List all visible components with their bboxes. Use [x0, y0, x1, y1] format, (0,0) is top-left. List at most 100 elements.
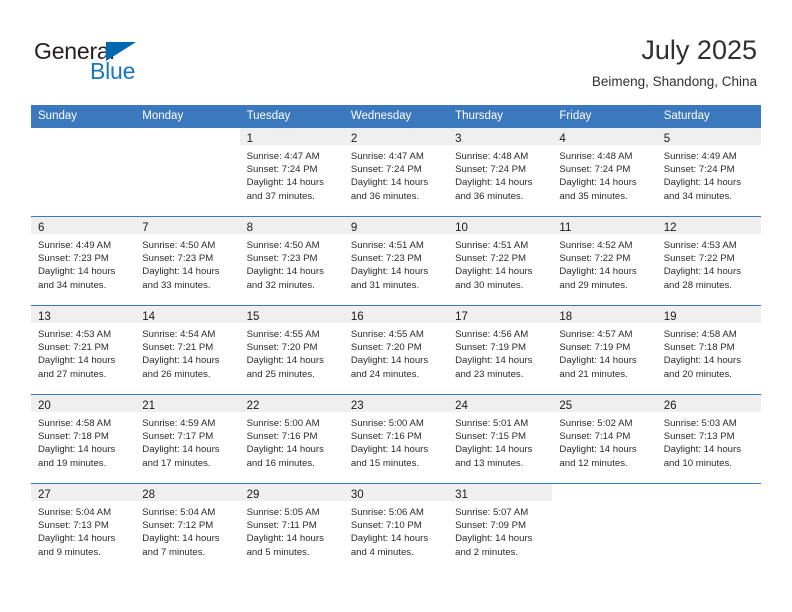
- daylight-text-line2: and 34 minutes.: [38, 279, 107, 291]
- calendar-day-cell[interactable]: 3 Sunrise: 4:48 AM Sunset: 7:24 PM Daylight…: [448, 128, 553, 216]
- calendar-day-cell[interactable]: 24 Sunrise: 5:01 AM Sunset: 7:15 PM Dayligh…: [448, 395, 553, 483]
- day-number: 24: [455, 400, 468, 412]
- calendar-day-cell[interactable]: 29 Sunrise: 5:05 AM Sunset: 7:11 PM Dayligh…: [239, 484, 344, 572]
- day-details: Sunrise: 4:55 AM Sunset: 7:20 PM Daylight:…: [344, 323, 448, 381]
- sunset-text: Sunset: 7:16 PM: [350, 431, 422, 443]
- sunrise-text: Sunrise: 4:50 AM: [142, 240, 216, 251]
- calendar-day-cell[interactable]: 19 Sunrise: 4:58 AM Sunset: 7:18 PM Dayligh…: [656, 306, 761, 394]
- daylight-text-line1: Daylight: 14 hours: [455, 444, 533, 456]
- day-details: Sunrise: 4:50 AM Sunset: 7:23 PM Daylight:…: [135, 234, 239, 292]
- day-number: 9: [350, 222, 358, 234]
- day-details: Sunrise: 4:54 AM Sunset: 7:21 PM Daylight:…: [135, 323, 239, 381]
- sunset-text: Sunset: 7:12 PM: [142, 520, 214, 532]
- sunset-text: Sunset: 7:22 PM: [559, 253, 631, 265]
- sunset-text: Sunset: 7:17 PM: [142, 431, 214, 443]
- day-number: 7: [142, 222, 149, 234]
- sunset-text: Sunset: 7:20 PM: [350, 342, 422, 354]
- daylight-text-line1: Daylight: 14 hours: [559, 355, 637, 367]
- calendar-day-cell[interactable]: 25 Sunrise: 5:02 AM Sunset: 7:14 PM Dayligh…: [552, 395, 657, 483]
- sunrise-text: Sunrise: 5:07 AM: [455, 507, 529, 518]
- day-number-band: 7: [135, 217, 240, 234]
- calendar-day-cell[interactable]: 18 Sunrise: 4:57 AM Sunset: 7:19 PM Dayligh…: [552, 306, 657, 394]
- calendar-day-cell[interactable]: 26 Sunrise: 5:03 AM Sunset: 7:13 PM Dayligh…: [656, 395, 761, 483]
- day-number: 12: [663, 222, 677, 234]
- calendar-day-cell[interactable]: 4 Sunrise: 4:48 AM Sunset: 7:24 PM Daylight…: [552, 128, 657, 216]
- calendar-day-cell[interactable]: 5 Sunrise: 4:49 AM Sunset: 7:24 PM Daylight…: [656, 128, 761, 216]
- day-number: 21: [142, 400, 156, 412]
- calendar-day-cell[interactable]: 23 Sunrise: 5:00 AM Sunset: 7:16 PM Dayligh…: [343, 395, 449, 483]
- calendar-week-row: 20 Sunrise: 4:58 AM Sunset: 7:18 PM Dayligh…: [31, 394, 761, 484]
- calendar-day-cell[interactable]: 8 Sunrise: 4:50 AM Sunset: 7:23 PM Daylight…: [239, 217, 344, 305]
- general-blue-logo[interactable]: General Blue: [34, 39, 214, 85]
- day-number-band: 3: [448, 128, 553, 145]
- day-details: Sunrise: 5:01 AM Sunset: 7:15 PM Daylight:…: [448, 412, 552, 470]
- calendar-day-cell[interactable]: 14 Sunrise: 4:54 AM Sunset: 7:21 PM Dayligh…: [135, 306, 240, 394]
- calendar-day-cell[interactable]: 13 Sunrise: 4:53 AM Sunset: 7:21 PM Dayligh…: [31, 306, 136, 394]
- day-number-band: 4: [552, 128, 657, 145]
- daylight-text-line2: and 5 minutes.: [246, 546, 310, 558]
- day-number-band: 25: [552, 395, 657, 412]
- calendar-day-cell[interactable]: 7 Sunrise: 4:50 AM Sunset: 7:23 PM Daylight…: [135, 217, 240, 305]
- daylight-text-line1: Daylight: 14 hours: [142, 444, 220, 456]
- daylight-text-line2: and 29 minutes.: [559, 279, 628, 291]
- calendar-day-cell[interactable]: 11 Sunrise: 4:52 AM Sunset: 7:22 PM Dayligh…: [552, 217, 657, 305]
- calendar-day-cell[interactable]: 1 Sunrise: 4:47 AM Sunset: 7:24 PM Daylight…: [239, 128, 344, 216]
- day-details: Sunrise: 4:59 AM Sunset: 7:17 PM Daylight:…: [135, 412, 239, 470]
- sunset-text: Sunset: 7:24 PM: [350, 164, 422, 176]
- day-number-band: 12: [656, 217, 761, 234]
- calendar-day-cell[interactable]: 31 Sunrise: 5:07 AM Sunset: 7:09 PM Dayligh…: [448, 484, 553, 572]
- sunset-text: Sunset: 7:19 PM: [559, 342, 631, 354]
- day-details: Sunrise: 5:02 AM Sunset: 7:14 PM Daylight:…: [552, 412, 656, 470]
- daylight-text-line2: and 9 minutes.: [38, 546, 101, 558]
- day-number: 20: [38, 400, 51, 412]
- day-number-band: 6: [31, 217, 136, 234]
- day-details: Sunrise: 5:00 AM Sunset: 7:16 PM Daylight:…: [240, 412, 344, 470]
- day-details: Sunrise: 4:48 AM Sunset: 7:24 PM Daylight:…: [552, 145, 656, 203]
- calendar-day-cell[interactable]: 12 Sunrise: 4:53 AM Sunset: 7:22 PM Dayligh…: [656, 217, 761, 305]
- calendar-day-cell[interactable]: 6 Sunrise: 4:49 AM Sunset: 7:23 PM Daylight…: [31, 217, 136, 305]
- calendar-day-cell[interactable]: 21 Sunrise: 4:59 AM Sunset: 7:17 PM Dayligh…: [135, 395, 240, 483]
- daylight-text-line2: and 20 minutes.: [663, 368, 732, 380]
- calendar-day-cell[interactable]: 28 Sunrise: 5:04 AM Sunset: 7:12 PM Dayligh…: [135, 484, 240, 572]
- day-details: Sunrise: 4:58 AM Sunset: 7:18 PM Daylight:…: [657, 323, 761, 381]
- page-title: July 2025: [641, 35, 757, 65]
- weekday-header-friday: Friday: [552, 105, 657, 128]
- calendar-day-cell[interactable]: 17 Sunrise: 4:56 AM Sunset: 7:19 PM Dayligh…: [448, 306, 553, 394]
- day-number: 17: [455, 311, 468, 323]
- daylight-text-line2: and 4 minutes.: [350, 546, 414, 558]
- daylight-text-line2: and 25 minutes.: [246, 368, 315, 380]
- day-number-band: 1: [239, 128, 344, 145]
- day-number-band: 15: [239, 306, 344, 323]
- calendar-day-cell[interactable]: 16 Sunrise: 4:55 AM Sunset: 7:20 PM Dayligh…: [343, 306, 449, 394]
- day-number-band: 23: [343, 395, 449, 412]
- calendar-day-cell[interactable]: 15 Sunrise: 4:55 AM Sunset: 7:20 PM Dayligh…: [239, 306, 344, 394]
- day-number-band: 14: [135, 306, 240, 323]
- day-details: Sunrise: 4:50 AM Sunset: 7:23 PM Daylight:…: [240, 234, 344, 292]
- calendar-day-cell[interactable]: 2 Sunrise: 4:47 AM Sunset: 7:24 PM Daylight…: [343, 128, 449, 216]
- day-number-band: [31, 128, 136, 145]
- daylight-text-line1: Daylight: 14 hours: [663, 444, 742, 456]
- daylight-text-line1: Daylight: 14 hours: [559, 444, 637, 456]
- daylight-text-line2: and 21 minutes.: [559, 368, 628, 380]
- calendar-day-cell[interactable]: 20 Sunrise: 4:58 AM Sunset: 7:18 PM Dayligh…: [31, 395, 136, 483]
- daylight-text-line1: Daylight: 14 hours: [142, 533, 220, 545]
- calendar-day-cell[interactable]: 27 Sunrise: 5:04 AM Sunset: 7:13 PM Dayligh…: [31, 484, 136, 572]
- daylight-text-line2: and 36 minutes.: [350, 190, 420, 202]
- day-details: Sunrise: 4:48 AM Sunset: 7:24 PM Daylight:…: [448, 145, 552, 203]
- daylight-text-line2: and 34 minutes.: [663, 190, 732, 202]
- day-number-band: 11: [552, 217, 657, 234]
- calendar-day-cell[interactable]: 22 Sunrise: 5:00 AM Sunset: 7:16 PM Dayligh…: [239, 395, 344, 483]
- sunset-text: Sunset: 7:24 PM: [559, 164, 631, 176]
- sunset-text: Sunset: 7:23 PM: [38, 253, 109, 265]
- sunrise-text: Sunrise: 4:48 AM: [559, 151, 633, 162]
- day-number-band: 26: [656, 395, 761, 412]
- daylight-text-line2: and 12 minutes.: [559, 457, 628, 469]
- calendar-day-cell[interactable]: 30 Sunrise: 5:06 AM Sunset: 7:10 PM Dayligh…: [343, 484, 449, 572]
- calendar-day-cell[interactable]: 10 Sunrise: 4:51 AM Sunset: 7:22 PM Dayligh…: [448, 217, 553, 305]
- day-number-band: 20: [31, 395, 136, 412]
- logo-word-blue: Blue: [90, 58, 136, 84]
- sunset-text: Sunset: 7:24 PM: [455, 164, 527, 176]
- calendar-day-cell[interactable]: 9 Sunrise: 4:51 AM Sunset: 7:23 PM Daylight…: [343, 217, 449, 305]
- sunset-text: Sunset: 7:16 PM: [246, 431, 318, 443]
- weekday-header-monday: Monday: [135, 105, 240, 128]
